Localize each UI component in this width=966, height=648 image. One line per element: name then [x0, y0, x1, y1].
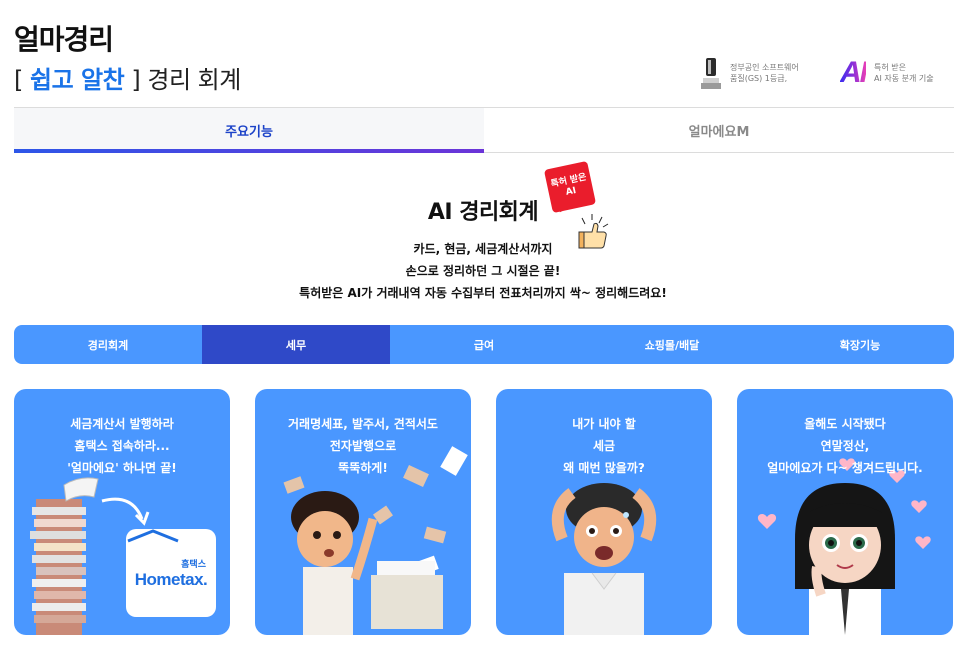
ai-cert-line2: AI 자동 분개 기술	[874, 74, 934, 83]
hero-title: AI 경리회계	[427, 200, 539, 225]
card-line: 내가 내야 할	[572, 417, 636, 431]
card-line: 왜 매번 많을까?	[563, 461, 645, 475]
card-line: 홈택스 접속하라...	[74, 439, 170, 453]
card-e-documents[interactable]: 거래명세표, 발주서, 견적서도 전자발행으로 뚝뚝하게!	[255, 389, 471, 635]
card-line: '얼마에요' 하나면 끝!	[67, 461, 177, 475]
card-line: 올해도 시작됐다	[804, 417, 886, 431]
card-tax-invoice-text: 세금계산서 발행하라 홈택스 접속하라... '얼마에요' 하나면 끝!	[14, 413, 230, 479]
tagline-accent: 쉽고 알찬	[30, 66, 125, 94]
tagline-open: [	[14, 66, 23, 94]
brand-logo[interactable]: 얼마경리	[14, 18, 114, 58]
ai-logo-icon: AI	[840, 56, 868, 89]
hero-section: AI 경리회계 카드, 현금, 세금계산서까지 손으로 정리하던 그 시절은 끝…	[0, 180, 966, 304]
subtab-payroll[interactable]: 급여	[390, 325, 578, 364]
house-roof-icon	[127, 529, 179, 543]
card-tax-invoice[interactable]: 세금계산서 발행하라 홈택스 접속하라... '얼마에요' 하나면 끝! 홈택스…	[14, 389, 230, 635]
card-line: 세금계산서 발행하라	[70, 417, 174, 431]
paper-stack-icon	[30, 477, 99, 635]
card-line: 연말정산,	[820, 439, 870, 453]
card-taxes-text: 내가 내야 할 세금 왜 매번 많을까?	[496, 413, 712, 479]
card-line: 얼마에요가 다~ 챙겨드립니다.	[767, 461, 923, 475]
feature-category-tabs: 경리회계 세무 급여 쇼핑몰/배달 확장기능	[14, 325, 954, 364]
ai-cert-line1: 특허 받은	[874, 63, 906, 72]
tagline-close: ]	[131, 66, 141, 94]
hometax-english-label: Hometax.	[134, 569, 208, 589]
gs-certification: 정부공인 소프트웨어 품질(GS) 1등급,	[700, 56, 799, 90]
hometax-logo: 홈택스 Hometax.	[126, 529, 216, 617]
subtab-shopping-delivery[interactable]: 쇼핑몰/배달	[578, 325, 766, 364]
hero-line-3: 특허받은 AI가 거래내역 자동 수집부터 전표처리까지 싹~ 정리해드려요!	[299, 286, 667, 300]
brand-tagline: [ 쉽고 알찬 ] 경리 회계	[14, 60, 241, 95]
subtab-tax[interactable]: 세무	[202, 325, 390, 364]
main-tabs: 주요기능 얼마에요M	[14, 107, 954, 153]
subtab-accounting[interactable]: 경리회계	[14, 325, 202, 364]
card-year-end-settlement[interactable]: 올해도 시작됐다 연말정산, 얼마에요가 다~ 챙겨드립니다.	[737, 389, 953, 635]
gs-cert-line2: 품질(GS) 1등급,	[730, 74, 788, 83]
card-line: 전자발행으로	[329, 439, 397, 453]
hero-description: 카드, 현금, 세금계산서까지 손으로 정리하던 그 시절은 끝! 특허받은 A…	[0, 238, 966, 304]
gs-trophy-icon	[701, 58, 721, 89]
gs-cert-line1: 정부공인 소프트웨어	[730, 63, 799, 72]
card-e-documents-text: 거래명세표, 발주서, 견적서도 전자발행으로 뚝뚝하게!	[255, 413, 471, 479]
subtab-extensions[interactable]: 확장기능	[766, 325, 954, 364]
card-line: 거래명세표, 발주서, 견적서도	[288, 417, 438, 431]
card-line: 뚝뚝하게!	[338, 461, 388, 475]
ai-certification: AI 특허 받은 AI 자동 분개 기술	[840, 56, 934, 90]
hero-line-2: 손으로 정리하던 그 시절은 끝!	[405, 264, 561, 278]
hero-line-1: 카드, 현금, 세금계산서까지	[413, 242, 553, 256]
tab-eolmaeyo-m[interactable]: 얼마에요M	[484, 108, 954, 152]
tab-main-features[interactable]: 주요기능	[14, 108, 484, 153]
card-year-end-settlement-text: 올해도 시작됐다 연말정산, 얼마에요가 다~ 챙겨드립니다.	[737, 413, 953, 479]
feature-cards: 세금계산서 발행하라 홈택스 접속하라... '얼마에요' 하나면 끝! 홈택스…	[14, 389, 954, 635]
tagline-rest: 경리 회계	[147, 66, 241, 94]
card-line: 세금	[592, 439, 616, 453]
card-taxes[interactable]: 내가 내야 할 세금 왜 매번 많을까?	[496, 389, 712, 635]
hometax-korean-label: 홈택스	[181, 559, 206, 570]
